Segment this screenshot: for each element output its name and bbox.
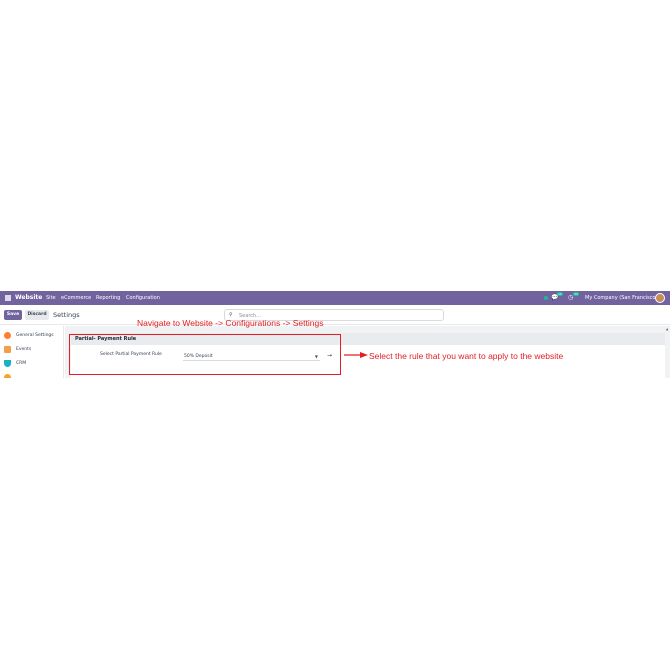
scroll-up-icon[interactable]: ▲	[666, 327, 668, 331]
menu-site[interactable]: Site	[46, 295, 56, 301]
events-icon	[4, 346, 11, 353]
save-button[interactable]: Save	[4, 310, 22, 320]
top-navbar: Website Site eCommerce Reporting Configu…	[0, 291, 670, 305]
apps-grid-icon[interactable]	[5, 295, 11, 301]
annotation-navigate: Navigate to Website -> Configurations ->…	[137, 318, 324, 328]
control-panel: Save Discard Settings ⚲ Search...	[0, 305, 670, 325]
crm-icon	[4, 360, 11, 367]
sidebar-item-label: General Settings	[16, 333, 54, 338]
annotation-arrow-icon	[344, 352, 368, 358]
sales-icon	[4, 374, 11, 378]
company-switcher[interactable]: My Company (San Francisco)	[585, 295, 658, 301]
menu-reporting[interactable]: Reporting	[96, 295, 120, 301]
menu-ecommerce[interactable]: eCommerce	[61, 295, 91, 301]
odoo-settings-screenshot: Website Site eCommerce Reporting Configu…	[0, 291, 670, 378]
annotation-select-rule: Select the rule that you want to apply t…	[369, 351, 564, 361]
sidebar-item-label: Events	[16, 347, 32, 352]
chat-count-badge: 10	[557, 292, 563, 296]
breadcrumb: Settings	[53, 311, 80, 319]
sidebar-item-label: CRM	[16, 361, 27, 366]
app-name[interactable]: Website	[15, 294, 42, 301]
activity-count-badge: 34	[573, 292, 579, 296]
annotation-highlight-box	[69, 334, 341, 375]
discard-button[interactable]: Discard	[25, 310, 49, 320]
scrollbar[interactable]: ▲	[665, 326, 670, 378]
menu-configuration[interactable]: Configuration	[126, 295, 160, 301]
status-dot-icon	[544, 296, 548, 300]
settings-sidebar: General Settings Events CRM	[0, 326, 64, 378]
avatar[interactable]	[655, 293, 665, 303]
settings-icon	[4, 332, 11, 339]
